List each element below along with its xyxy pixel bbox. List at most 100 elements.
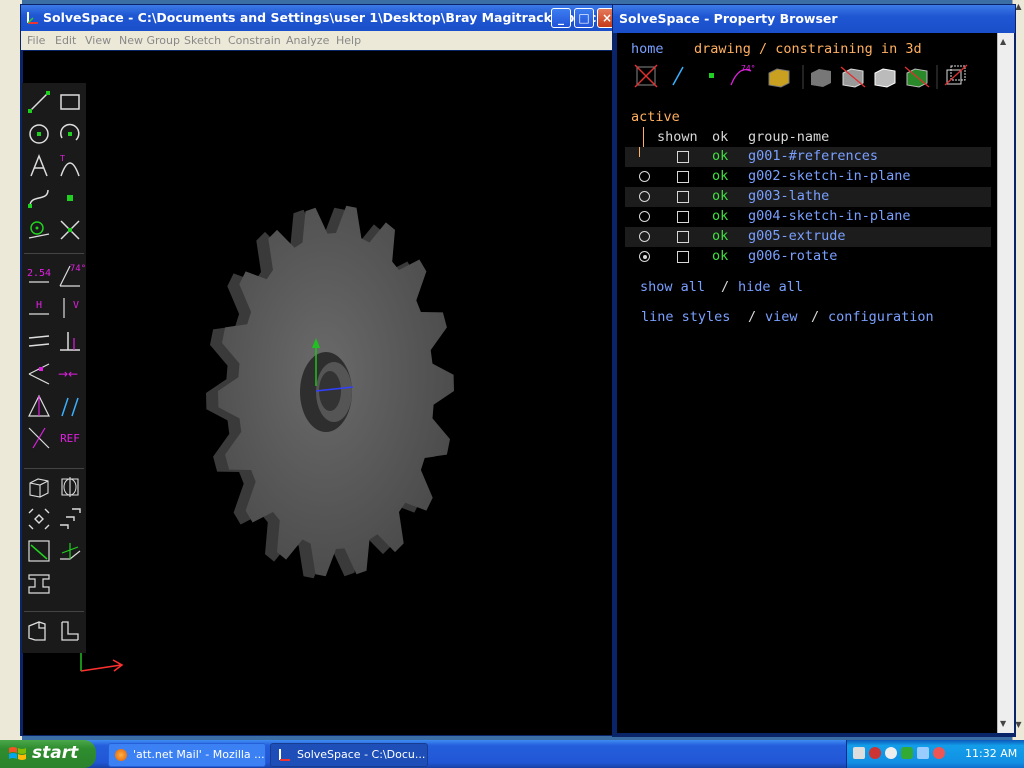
shaded-visibility-icon[interactable] [811, 69, 831, 87]
text-tool[interactable] [25, 152, 53, 180]
point-on-line-tool[interactable] [25, 360, 53, 388]
menu-analyze[interactable]: Analyze [286, 34, 329, 47]
lathe-tool[interactable] [56, 473, 84, 501]
points-visibility-icon[interactable] [709, 73, 714, 78]
construction-toggle-tool[interactable] [25, 424, 53, 452]
shown-checkbox[interactable] [677, 251, 689, 263]
distance-constraint-tool[interactable]: 2.54 [25, 262, 53, 290]
hidden-lines-icon[interactable] [944, 64, 968, 86]
line-styles-link[interactable]: line styles [641, 309, 730, 325]
split-curves-tool[interactable] [56, 216, 84, 244]
extrude-tool[interactable] [25, 473, 53, 501]
active-group-radio[interactable] [639, 231, 650, 242]
reference-toggle-tool[interactable]: REF [56, 424, 84, 452]
connection-icon[interactable] [917, 747, 929, 759]
group-row[interactable]: ok g001-#references [625, 147, 991, 167]
faces-visibility-icon[interactable] [768, 68, 790, 88]
shown-checkbox[interactable] [677, 231, 689, 243]
task-solvespace[interactable]: SolveSpace - C:\Docu... [270, 743, 428, 767]
midpoint-constraint-tool[interactable]: →← [56, 360, 84, 388]
property-browser-scrollbar[interactable]: ▲ ▼ [997, 33, 1014, 733]
sketch-in-plane-tool[interactable] [25, 537, 53, 565]
point-tool[interactable] [56, 184, 84, 212]
active-group-radio[interactable] [639, 171, 650, 182]
step-rotate-tool[interactable] [25, 505, 53, 533]
property-browser-title-bar[interactable]: SolveSpace - Property Browser [613, 5, 1015, 33]
group-row[interactable]: ok g003-lathe [625, 187, 991, 207]
nearest-isometric-view-tool[interactable] [25, 616, 53, 644]
separator-slash: / [721, 279, 730, 295]
group-name-link[interactable]: g003-lathe [748, 188, 829, 204]
start-button[interactable]: start [0, 740, 96, 768]
scroll-up-icon[interactable]: ▲ [1000, 37, 1006, 46]
rectangle-tool[interactable] [56, 88, 84, 116]
tray-app-icon[interactable] [901, 747, 913, 759]
active-group-radio[interactable] [639, 191, 650, 202]
shown-checkbox[interactable] [677, 211, 689, 223]
group-name-link[interactable]: g004-sketch-in-plane [748, 208, 911, 224]
group-name-link[interactable]: g005-extrude [748, 228, 846, 244]
active-group-radio[interactable] [639, 251, 650, 262]
shown-checkbox[interactable] [677, 191, 689, 203]
tangent-arc-tool[interactable]: T [56, 152, 84, 180]
normals-visibility-icon[interactable] [672, 66, 684, 86]
show-all-link[interactable]: show all [640, 279, 705, 295]
group-row[interactable]: ok g004-sketch-in-plane [625, 207, 991, 227]
workplane-visibility-icon[interactable] [634, 64, 658, 88]
shown-checkbox[interactable] [677, 171, 689, 183]
task-mozilla-mail[interactable]: 'att.net Mail' - Mozilla ... [108, 743, 266, 767]
mesh-visibility-icon[interactable] [904, 66, 930, 88]
minimize-button[interactable]: _ [551, 8, 571, 28]
perpendicular-constraint-tool[interactable] [56, 328, 84, 356]
group-row[interactable]: ok g006-rotate [625, 247, 991, 267]
workplane-tool[interactable] [25, 216, 53, 244]
network-icon[interactable] [853, 747, 865, 759]
import-assemble-tool[interactable] [25, 569, 53, 597]
menu-help[interactable]: Help [336, 34, 361, 47]
outline-visibility-icon[interactable] [874, 68, 896, 88]
shown-checkbox[interactable] [677, 151, 689, 163]
angle-constraint-tool[interactable]: 74° [56, 262, 86, 290]
horizontal-constraint-tool[interactable]: H [25, 294, 53, 322]
arc-tool[interactable] [56, 120, 84, 148]
group-name-link[interactable]: g006-rotate [748, 248, 837, 264]
security-alert-icon[interactable] [869, 747, 881, 759]
menu-file[interactable]: File [27, 34, 45, 47]
sprocket-model[interactable] [23, 51, 617, 735]
menu-edit[interactable]: Edit [55, 34, 76, 47]
home-link[interactable]: home [631, 41, 664, 57]
main-title-bar[interactable]: SolveSpace - C:\Documents and Settings\u… [21, 5, 619, 31]
group-row[interactable]: ok g002-sketch-in-plane [625, 167, 991, 187]
menu-sketch[interactable]: Sketch [184, 34, 221, 47]
nearest-ortho-view-tool[interactable] [56, 616, 84, 644]
group-name-link[interactable]: g001-#references [748, 148, 878, 164]
vertical-constraint-tool[interactable]: V [56, 294, 84, 322]
update-icon[interactable] [933, 747, 945, 759]
mode-text: drawing / constraining in 3d [694, 41, 922, 57]
active-group-radio[interactable] [639, 211, 650, 222]
bezier-tool[interactable] [25, 184, 53, 212]
volume-icon[interactable] [885, 747, 897, 759]
circle-tool[interactable] [25, 120, 53, 148]
scroll-down-icon[interactable]: ▼ [1000, 719, 1006, 728]
constraints-visibility-icon[interactable]: 74° [730, 64, 755, 86]
configuration-link[interactable]: configuration [828, 309, 934, 325]
svg-text:T: T [59, 154, 65, 163]
group-row[interactable]: ok g005-extrude [625, 227, 991, 247]
parallel-constraint-tool[interactable] [25, 328, 53, 356]
sketch-3d-tool[interactable] [56, 537, 84, 565]
symmetric-constraint-tool[interactable] [25, 392, 53, 420]
edges-visibility-icon[interactable] [840, 66, 866, 88]
hide-all-link[interactable]: hide all [738, 279, 803, 295]
menu-new-group[interactable]: New Group [119, 34, 180, 47]
same-orientation-tool[interactable] [56, 392, 84, 420]
clock[interactable]: 11:32 AM [965, 747, 1017, 760]
maximize-button[interactable]: □ [574, 8, 594, 28]
group-name-link[interactable]: g002-sketch-in-plane [748, 168, 911, 184]
menu-constrain[interactable]: Constrain [228, 34, 281, 47]
menu-view[interactable]: View [85, 34, 111, 47]
line-tool[interactable] [25, 88, 53, 116]
step-translate-tool[interactable] [56, 505, 84, 533]
view-link[interactable]: view [765, 309, 798, 325]
3d-viewport[interactable] [23, 51, 617, 735]
